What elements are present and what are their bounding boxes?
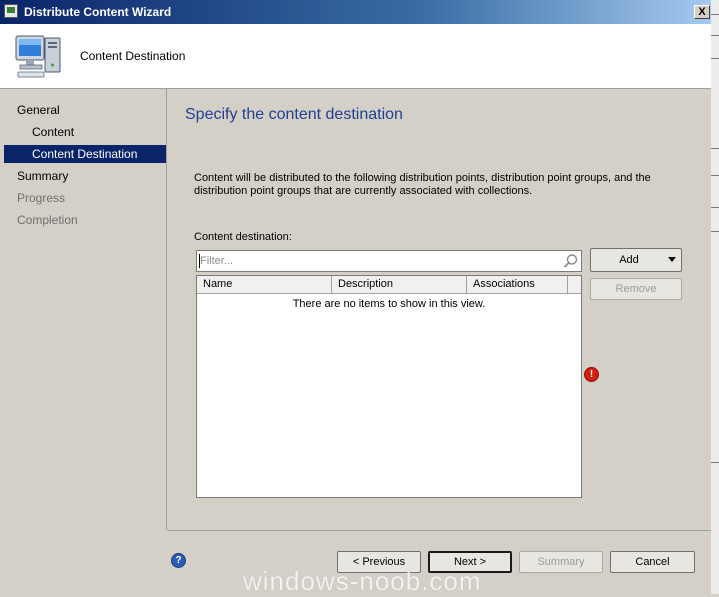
help-icon[interactable]: ? (171, 553, 186, 568)
filter-box[interactable] (196, 250, 582, 272)
add-button-label: Add (619, 254, 639, 266)
wizard-header: Content Destination (0, 24, 711, 89)
nav-item-summary[interactable]: Summary (4, 167, 166, 185)
page-description: Content will be distributed to the follo… (194, 172, 651, 197)
wizard-main: Specify the content destination Content … (167, 89, 711, 530)
window-title: Distribute Content Wizard (24, 5, 172, 19)
empty-list-message: There are no items to show in this view. (292, 298, 486, 310)
previous-button[interactable]: < Previous (337, 551, 421, 573)
close-button[interactable]: X (694, 5, 710, 19)
column-header-name[interactable]: Name (197, 276, 332, 293)
wizard-app-icon (4, 4, 18, 18)
wizard-footer: ? < Previous Next > Summary Cancel (167, 530, 711, 595)
destination-list[interactable]: Name Description Associations There are … (196, 275, 582, 498)
list-header: Name Description Associations (197, 276, 581, 294)
nav-item-completion: Completion (17, 213, 78, 227)
page-heading: Specify the content destination (185, 106, 403, 123)
dropdown-arrow-icon (668, 257, 676, 262)
nav-item-content-destination[interactable]: Content Destination (4, 145, 166, 163)
filter-input[interactable] (200, 253, 555, 269)
wizard-window: Distribute Content Wizard X Content Dest… (0, 0, 711, 596)
background-window-edge (711, 0, 719, 594)
column-header-associations[interactable]: Associations (467, 276, 568, 293)
header-page-title: Content Destination (80, 49, 186, 63)
nav-item-content[interactable]: Content (4, 123, 166, 141)
wizard-nav: General Content Content Destination Summ… (4, 89, 167, 530)
nav-item-general[interactable]: General (4, 101, 166, 119)
next-button[interactable]: Next > (428, 551, 512, 573)
computer-icon (15, 35, 61, 78)
add-button[interactable]: Add (590, 248, 682, 272)
content-destination-label: Content destination: (194, 231, 292, 243)
summary-button: Summary (519, 551, 603, 573)
search-icon[interactable] (563, 253, 579, 269)
cancel-button[interactable]: Cancel (610, 551, 695, 573)
error-icon: ! (584, 367, 599, 382)
remove-button: Remove (590, 278, 682, 300)
column-header-description[interactable]: Description (332, 276, 467, 293)
title-bar[interactable]: Distribute Content Wizard X (0, 0, 711, 24)
nav-item-progress: Progress (17, 191, 66, 205)
